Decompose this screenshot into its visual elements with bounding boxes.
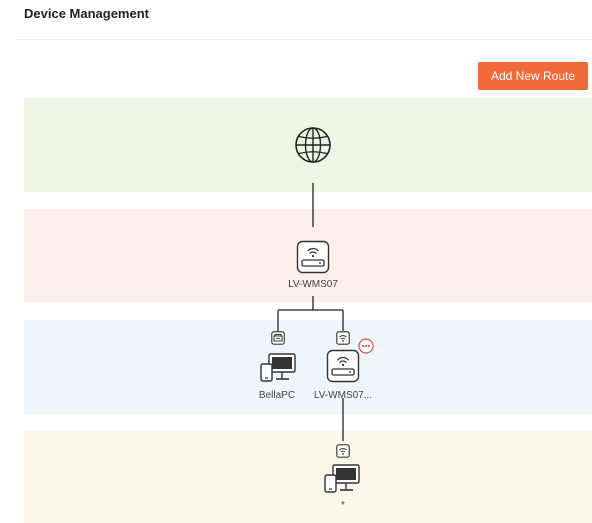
node-client-label: * xyxy=(341,500,345,511)
mesh-node-label: LV-WMS07... xyxy=(313,390,373,401)
client-devices-icon xyxy=(323,462,361,494)
main-router-node[interactable] xyxy=(296,240,330,274)
router-icon xyxy=(326,349,360,383)
wired-client-label: BellaPC xyxy=(258,390,296,401)
router-icon xyxy=(296,240,330,274)
client-devices-icon xyxy=(259,351,297,383)
more-options-icon[interactable] xyxy=(358,338,374,354)
wifi-icon xyxy=(336,444,350,458)
node-client[interactable] xyxy=(323,462,361,494)
mesh-node[interactable] xyxy=(326,349,360,383)
globe-icon xyxy=(292,124,334,166)
wifi-icon xyxy=(336,331,350,345)
main-router-label: LV-WMS07 xyxy=(288,279,338,290)
ethernet-icon xyxy=(271,331,285,345)
wired-client-node[interactable] xyxy=(259,351,297,383)
